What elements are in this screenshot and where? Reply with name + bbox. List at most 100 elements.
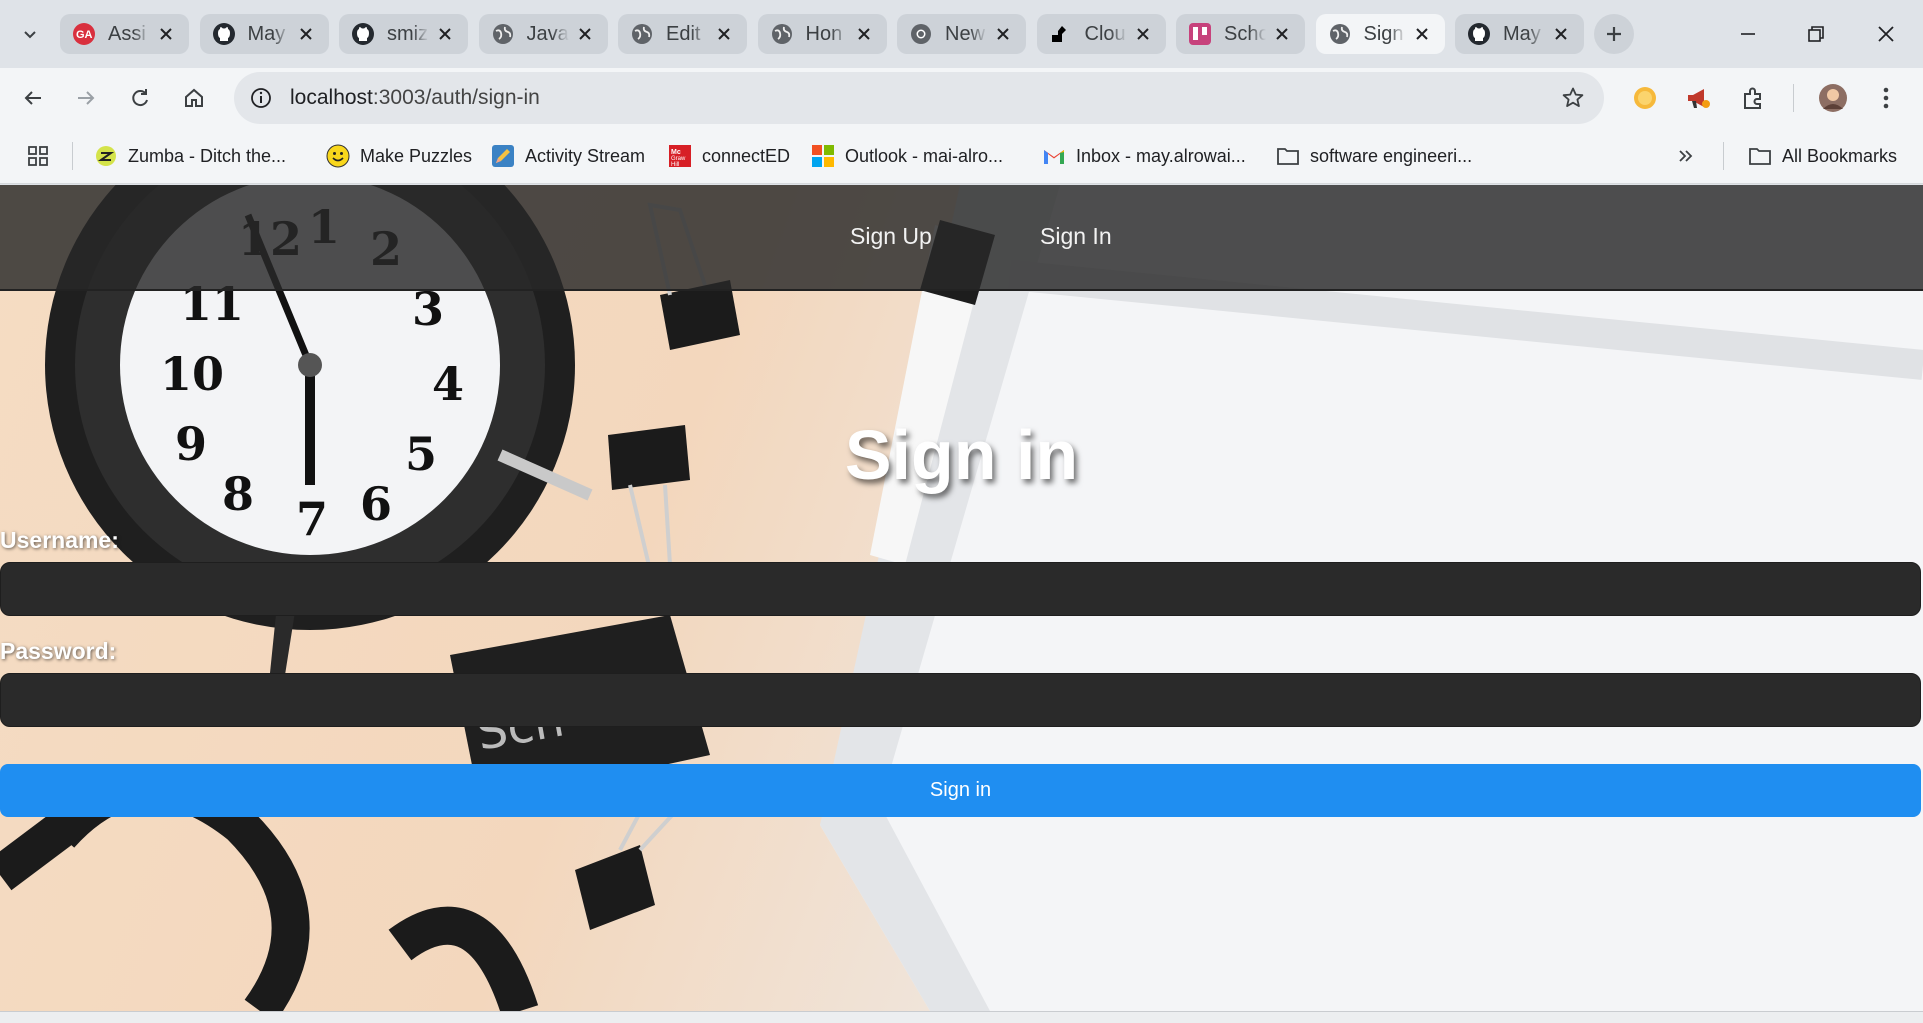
tab-title: Hon bbox=[805, 22, 843, 45]
bookmark-label: software engineeri... bbox=[1310, 145, 1473, 166]
more-bookmarks-chevron-icon[interactable] bbox=[1676, 140, 1696, 172]
tab-11[interactable]: May bbox=[1455, 14, 1584, 54]
apps-grid-icon[interactable] bbox=[26, 140, 50, 172]
bookmark-star-icon[interactable] bbox=[1560, 85, 1586, 111]
tab-close-icon[interactable] bbox=[1411, 23, 1433, 45]
github-icon bbox=[212, 22, 236, 46]
password-input[interactable] bbox=[0, 673, 1921, 727]
tab-title: May bbox=[247, 22, 286, 45]
chrome-icon bbox=[909, 22, 933, 46]
tab-title: New bbox=[945, 22, 986, 45]
window-bottom-edge bbox=[0, 1011, 1923, 1023]
tab-4[interactable]: Java bbox=[478, 14, 608, 54]
username-label: Username: bbox=[0, 527, 119, 553]
svg-text:Mc: Mc bbox=[671, 149, 681, 156]
bookmark-gmail[interactable]: Inbox - may.alrowai... bbox=[1042, 140, 1246, 172]
site-info-icon[interactable] bbox=[246, 83, 276, 113]
tab-title: Clou bbox=[1084, 22, 1126, 45]
bookmark-label: Zumba - Ditch the... bbox=[128, 145, 287, 166]
bookmark-label: Activity Stream bbox=[525, 145, 646, 166]
gmail-icon bbox=[1042, 144, 1066, 168]
nav-sign-in-link[interactable]: Sign In bbox=[1040, 223, 1112, 250]
nav-sign-up-link[interactable]: Sign Up bbox=[850, 223, 932, 250]
url-path: :3003/auth/sign-in bbox=[372, 86, 540, 109]
trello-icon bbox=[1188, 22, 1212, 46]
more-menu-icon[interactable] bbox=[1868, 80, 1904, 116]
all-bookmarks[interactable]: All Bookmarks bbox=[1748, 140, 1897, 172]
bookmark-folder-software[interactable]: software engineeri... bbox=[1276, 140, 1472, 172]
github-icon bbox=[351, 22, 375, 46]
tab-title: May bbox=[1503, 22, 1541, 45]
bookmark-label: Make Puzzles bbox=[360, 145, 473, 166]
globe-icon bbox=[1328, 22, 1352, 46]
github-icon bbox=[1467, 22, 1491, 46]
tab-close-icon[interactable] bbox=[853, 23, 875, 45]
all-bookmarks-label: All Bookmarks bbox=[1782, 145, 1898, 166]
tab-close-icon[interactable] bbox=[155, 23, 177, 45]
tab-close-icon[interactable] bbox=[713, 23, 735, 45]
page-viewport: 121 23 45 67 89 1011 Sch bbox=[0, 185, 1923, 1011]
svg-text:4: 4 bbox=[432, 357, 464, 411]
address-bar[interactable]: localhost:3003/auth/sign-in bbox=[234, 72, 1604, 124]
tab-2[interactable]: May bbox=[199, 14, 329, 54]
ga-icon: GA bbox=[72, 22, 96, 46]
top-navbar: Sign Up Sign In bbox=[0, 185, 1923, 291]
smiley-icon bbox=[326, 144, 350, 168]
extension-sun-icon[interactable] bbox=[1627, 80, 1663, 116]
tab-title: smiz bbox=[387, 22, 429, 45]
tab-5[interactable]: Edit bbox=[618, 14, 747, 54]
bookmarks-divider bbox=[72, 142, 73, 170]
tab-close-icon[interactable] bbox=[992, 23, 1014, 45]
bookmark-make-puzzles[interactable]: Make Puzzles bbox=[326, 140, 472, 172]
tab-close-icon[interactable] bbox=[574, 23, 596, 45]
tab-close-icon[interactable] bbox=[1271, 23, 1293, 45]
cloudinary-icon bbox=[1049, 22, 1073, 46]
tab-search-chevron-icon[interactable] bbox=[12, 18, 48, 50]
scissors-shape bbox=[0, 768, 539, 1011]
sign-in-button[interactable]: Sign in bbox=[0, 764, 1921, 817]
profile-avatar[interactable] bbox=[1815, 80, 1851, 116]
password-label: Password: bbox=[0, 638, 117, 664]
extension-megaphone-icon[interactable] bbox=[1680, 80, 1716, 116]
extensions-puzzle-icon[interactable] bbox=[1735, 80, 1771, 116]
minimize-icon[interactable] bbox=[1720, 14, 1776, 54]
bookmark-activity-stream[interactable]: Activity Stream bbox=[491, 140, 645, 172]
svg-text:Hill: Hill bbox=[671, 162, 679, 168]
back-arrow-icon[interactable] bbox=[13, 78, 53, 118]
bookmark-zumba[interactable]: Zumba - Ditch the... bbox=[94, 140, 286, 172]
svg-text:7: 7 bbox=[296, 492, 328, 546]
tab-8[interactable]: Clou bbox=[1036, 14, 1166, 54]
new-tab-button[interactable] bbox=[1594, 14, 1634, 54]
forward-arrow-icon[interactable] bbox=[66, 78, 106, 118]
tab-title: Edit bbox=[666, 22, 701, 45]
bookmarks-bar: Zumba - Ditch the... Make Puzzles Activi… bbox=[0, 128, 1923, 184]
pencil-icon bbox=[491, 144, 515, 168]
tab-6[interactable]: Hon bbox=[757, 14, 887, 54]
page-title: Sign in bbox=[844, 416, 1079, 494]
tab-7[interactable]: New bbox=[897, 14, 1026, 54]
close-window-icon[interactable] bbox=[1858, 14, 1914, 54]
tab-10[interactable]: Sign bbox=[1315, 14, 1445, 54]
bookmark-outlook[interactable]: Outlook - mai-alro... bbox=[811, 140, 1003, 172]
tab-close-icon[interactable] bbox=[295, 23, 317, 45]
tab-close-icon[interactable] bbox=[434, 23, 456, 45]
tab-9[interactable]: Scho bbox=[1176, 14, 1305, 54]
tab-3[interactable]: smiz bbox=[339, 14, 468, 54]
tab-strip: GA Assi May smiz Java Edit Hon New Clou Scho Sign M… bbox=[0, 0, 1923, 68]
username-input[interactable] bbox=[0, 562, 1921, 616]
reload-icon[interactable] bbox=[120, 78, 160, 118]
zumba-icon bbox=[94, 144, 118, 168]
tab-1[interactable]: GA Assi bbox=[60, 14, 189, 54]
folder-icon bbox=[1276, 144, 1300, 168]
home-icon[interactable] bbox=[174, 78, 214, 118]
url-text[interactable]: localhost:3003/auth/sign-in bbox=[290, 86, 540, 110]
tab-close-icon[interactable] bbox=[1132, 23, 1154, 45]
tab-close-icon[interactable] bbox=[1550, 23, 1572, 45]
bookmarks-divider bbox=[1723, 142, 1724, 170]
bookmark-connected[interactable]: Mc Graw Hill connectED bbox=[668, 140, 790, 172]
globe-icon bbox=[770, 22, 794, 46]
bookmark-label: Inbox - may.alrowai... bbox=[1076, 145, 1246, 166]
tab-title: Assi bbox=[108, 22, 146, 45]
bookmark-label: Outlook - mai-alro... bbox=[845, 145, 1004, 166]
restore-icon[interactable] bbox=[1788, 14, 1844, 54]
